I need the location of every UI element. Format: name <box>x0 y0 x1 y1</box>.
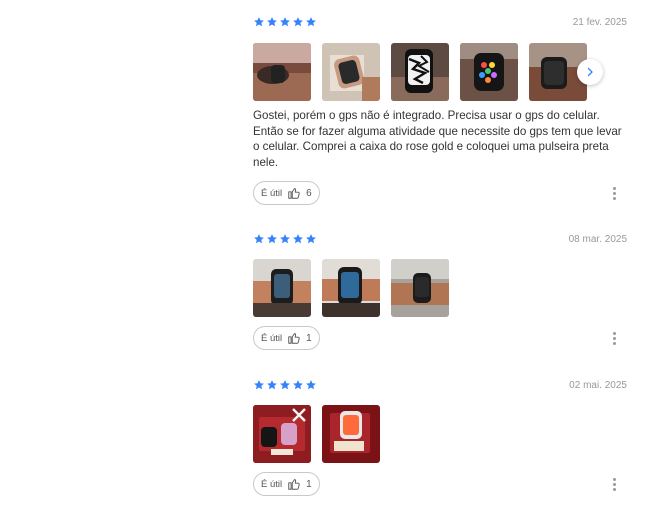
review-photos <box>253 405 627 463</box>
more-options-button[interactable] <box>607 326 621 350</box>
review-text: Gostei, porém o gps não é integrado. Pre… <box>253 109 622 169</box>
star-icon <box>253 233 265 245</box>
star-icon <box>305 379 317 391</box>
star-icon <box>279 16 291 28</box>
thumbs-up-icon <box>287 186 301 200</box>
more-options-button[interactable] <box>607 181 621 205</box>
star-rating <box>253 233 317 245</box>
star-icon <box>305 16 317 28</box>
star-rating <box>253 16 317 28</box>
chevron-right-icon <box>587 67 593 77</box>
more-vertical-icon <box>612 186 616 190</box>
review-card: 21 fev. 2025 Gostei, porém o gps não é i… <box>253 16 627 205</box>
star-icon <box>305 233 317 245</box>
helpful-button[interactable]: É útil 6 <box>253 181 320 205</box>
star-icon <box>292 379 304 391</box>
review-card: 02 mai. 2025 É útil 1 <box>253 379 627 496</box>
more-vertical-icon <box>612 477 616 481</box>
review-photo[interactable] <box>253 259 311 317</box>
review-header: 08 mar. 2025 <box>253 233 627 249</box>
star-icon <box>266 16 278 28</box>
star-icon <box>292 233 304 245</box>
review-photo[interactable] <box>391 43 449 101</box>
thumbs-up-icon <box>287 331 301 345</box>
review-photo[interactable] <box>322 259 380 317</box>
star-icon <box>279 379 291 391</box>
review-date: 02 mai. 2025 <box>569 380 627 391</box>
star-icon <box>266 233 278 245</box>
thumbs-up-icon <box>287 477 301 491</box>
review-card: 08 mar. 2025 É útil 1 <box>253 233 627 350</box>
star-icon <box>253 16 265 28</box>
star-icon <box>279 233 291 245</box>
helpful-count: 6 <box>306 187 312 199</box>
review-photo[interactable] <box>460 43 518 101</box>
review-date: 21 fev. 2025 <box>572 17 627 28</box>
star-icon <box>292 16 304 28</box>
review-photo[interactable] <box>391 259 449 317</box>
helpful-label: É útil <box>261 187 283 199</box>
review-photos <box>253 259 627 317</box>
star-rating <box>253 379 317 391</box>
helpful-count: 1 <box>306 478 312 490</box>
review-photo[interactable] <box>253 405 311 463</box>
review-header: 02 mai. 2025 <box>253 379 627 395</box>
review-photo[interactable] <box>322 43 380 101</box>
review-photo[interactable] <box>253 43 311 101</box>
helpful-button[interactable]: É útil 1 <box>253 326 320 350</box>
star-icon <box>253 379 265 391</box>
more-options-button[interactable] <box>607 472 621 496</box>
star-icon <box>266 379 278 391</box>
helpful-count: 1 <box>306 332 312 344</box>
helpful-label: É útil <box>261 478 283 490</box>
review-photo[interactable] <box>322 405 380 463</box>
helpful-button[interactable]: É útil 1 <box>253 472 320 496</box>
reviews-list: 21 fev. 2025 Gostei, porém o gps não é i… <box>0 0 645 507</box>
review-header: 21 fev. 2025 <box>253 16 627 32</box>
helpful-label: É útil <box>261 332 283 344</box>
review-date: 08 mar. 2025 <box>568 234 627 245</box>
next-photos-button[interactable] <box>577 59 603 85</box>
review-photos <box>253 43 627 101</box>
more-vertical-icon <box>612 331 616 335</box>
